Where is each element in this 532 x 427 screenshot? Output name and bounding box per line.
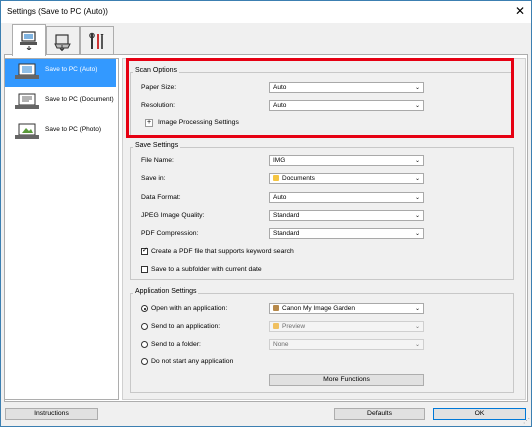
close-icon[interactable]: ✕	[515, 4, 525, 18]
no-app-label: Do not start any application	[151, 358, 234, 365]
save-in-label: Save in:	[141, 175, 166, 182]
auto-scan-icon	[15, 63, 39, 79]
sidebar-item-save-to-pc-document[interactable]: Save to PC (Document)	[5, 89, 116, 117]
sidebar-item-save-to-pc-auto[interactable]: Save to PC (Auto)	[5, 59, 116, 87]
title-bar: Settings (Save to PC (Auto)) ✕	[1, 1, 531, 23]
sidebar-item-label: Save to PC (Photo)	[45, 126, 101, 133]
chevron-down-icon: ⌄	[414, 213, 420, 219]
scanner-icon	[54, 34, 71, 52]
window-title: Settings (Save to PC (Auto))	[7, 7, 108, 16]
send-to-folder-dropdown[interactable]: None ⌄	[269, 339, 424, 350]
ok-button[interactable]: OK	[433, 408, 526, 420]
open-with-app-dropdown[interactable]: Canon My Image Garden ⌄	[269, 303, 424, 314]
folder-icon	[273, 175, 279, 181]
send-to-folder-radio[interactable]	[141, 341, 148, 348]
send-to-app-radio[interactable]	[141, 323, 148, 330]
open-with-app-label: Open with an application:	[151, 305, 228, 312]
send-to-folder-label: Send to a folder:	[151, 341, 201, 348]
preview-app-icon	[273, 323, 279, 329]
sidebar-item-label: Save to PC (Document)	[45, 96, 114, 103]
keyword-pdf-label: Create a PDF file that supports keyword …	[151, 248, 294, 255]
sidebar-item-label: Save to PC (Auto)	[45, 66, 98, 73]
pdf-compression-dropdown[interactable]: Standard ⌄	[269, 228, 424, 239]
application-settings-title: Application Settings	[133, 288, 199, 295]
send-to-app-label: Send to an application:	[151, 323, 221, 330]
save-settings-title: Save Settings	[133, 142, 181, 149]
chevron-down-icon: ⌄	[414, 231, 420, 237]
document-scan-icon	[15, 93, 39, 109]
instructions-button[interactable]: Instructions	[5, 408, 98, 420]
no-app-radio[interactable]	[141, 358, 148, 365]
save-in-dropdown[interactable]: Documents ⌄	[269, 173, 424, 184]
pdf-compression-label: PDF Compression:	[141, 230, 199, 237]
computer-arrow-icon	[20, 31, 37, 50]
tools-icon	[89, 32, 104, 49]
chevron-down-icon: ⌄	[414, 176, 420, 182]
resize-grip-icon[interactable]: ⋰	[523, 417, 530, 425]
chevron-down-icon: ⌄	[414, 306, 420, 312]
subfolder-checkbox[interactable]	[141, 266, 148, 273]
jpeg-quality-label: JPEG Image Quality:	[141, 212, 205, 219]
file-name-label: File Name:	[141, 157, 174, 164]
data-format-dropdown[interactable]: Auto ⌄	[269, 192, 424, 203]
data-format-label: Data Format:	[141, 194, 181, 201]
chevron-down-icon: ⌄	[414, 324, 420, 330]
scan-from-computer-tab[interactable]	[12, 24, 46, 56]
photo-scan-icon	[15, 123, 39, 139]
file-name-field[interactable]: IMG ⌄	[269, 155, 424, 166]
image-garden-icon	[273, 305, 279, 311]
scan-options-highlight	[126, 58, 514, 138]
open-with-app-radio[interactable]	[141, 305, 148, 312]
chevron-down-icon: ⌄	[414, 158, 420, 164]
chevron-down-icon: ⌄	[414, 342, 420, 348]
chevron-down-icon: ⌄	[414, 195, 420, 201]
subfolder-label: Save to a subfolder with current date	[151, 266, 262, 273]
more-functions-button[interactable]: More Functions	[269, 374, 424, 386]
send-to-app-dropdown[interactable]: Preview ⌄	[269, 321, 424, 332]
sidebar-item-save-to-pc-photo[interactable]: Save to PC (Photo)	[5, 119, 116, 147]
scan-mode-list: Save to PC (Auto) Save to PC (Document) …	[4, 58, 119, 400]
keyword-pdf-checkbox[interactable]	[141, 246, 148, 255]
jpeg-quality-dropdown[interactable]: Standard ⌄	[269, 210, 424, 221]
defaults-button[interactable]: Defaults	[334, 408, 425, 420]
scan-from-panel-tab[interactable]	[46, 26, 80, 55]
general-settings-tab[interactable]	[80, 26, 114, 55]
